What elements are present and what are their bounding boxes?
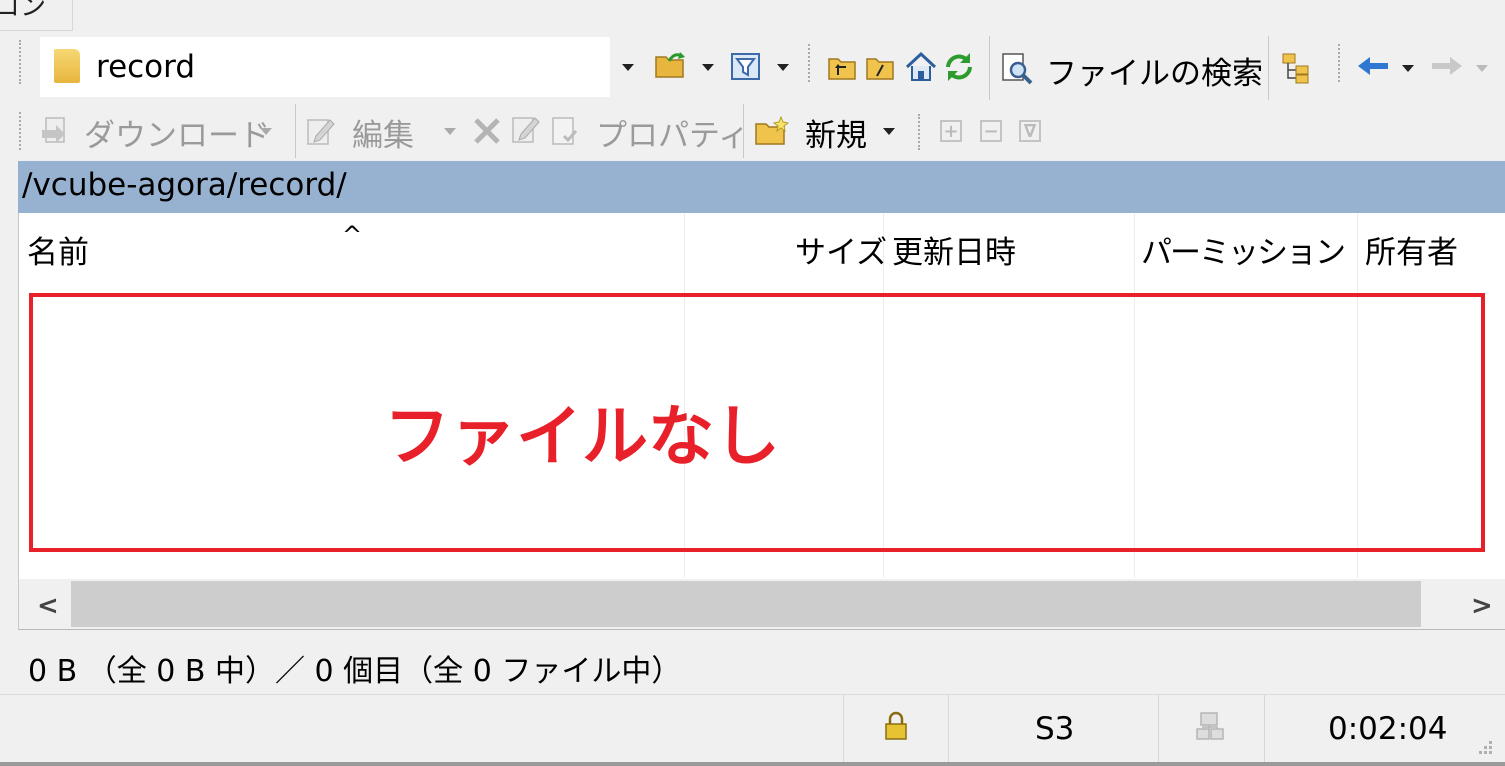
column-header-owner[interactable]: 所有者 [1365,227,1458,272]
scrollbar-thumb[interactable] [71,581,1421,627]
filter-icon [731,53,760,80]
sort-ascending-icon: ^ [342,221,363,249]
delete-x-icon [474,118,500,144]
forward-dropdown-icon[interactable] [1476,65,1488,72]
path-combo[interactable]: record [40,37,610,97]
plus-icon: + [943,121,959,142]
find-files-button[interactable]: ファイルの検索 [1001,46,1263,92]
path-combo-value: record [96,49,196,85]
new-button[interactable]: 新規 [755,108,903,154]
toolbar-grip[interactable] [19,112,27,150]
invert-selection-button[interactable]: ∇ [1019,120,1041,142]
forward-button[interactable] [1430,56,1464,80]
file-list[interactable]: 名前 ^ サイズ 更新日時 パーミッション 所有者 ファイルなし < > [18,213,1505,630]
find-files-icon [1002,53,1033,85]
toolbar-grip[interactable] [1338,44,1346,82]
folder-icon [54,49,80,83]
elapsed-time: 0:02:04 [1328,711,1448,747]
back-dropdown-icon[interactable] [1402,65,1414,72]
download-button[interactable]: ダウンロード [40,108,280,154]
download-label: ダウンロード [84,118,270,154]
scroll-right-icon[interactable]: > [1471,591,1493,621]
open-directory-button[interactable] [655,51,685,79]
refresh-icon [946,53,972,81]
status-pane-elapsed: 0:02:04 [1264,695,1505,763]
toolbar-grip[interactable] [19,40,27,84]
filter-dropdown-icon[interactable] [777,64,789,71]
delete-button[interactable] [472,116,502,150]
status-pane-protocol: S3 [948,695,1158,763]
open-directory-dropdown-icon[interactable] [702,64,714,71]
toolbar-separator [743,104,744,158]
new-folder-icon [755,116,789,145]
toolbar-separator [1268,36,1269,100]
column-header-modified[interactable]: 更新日時 [892,227,1016,272]
parent-folder-icon [828,58,856,80]
tree-toggle-button[interactable] [1281,52,1313,88]
find-files-label: ファイルの検索 [1046,56,1263,92]
toolbar-grip[interactable] [808,44,816,82]
rename-icon [512,117,540,143]
download-dropdown-icon[interactable] [260,128,272,135]
protocol-label: S3 [1035,711,1075,747]
horizontal-scrollbar[interactable]: < > [19,579,1505,629]
back-button[interactable] [1356,56,1390,80]
column-header-name[interactable]: 名前 [27,227,89,272]
refresh-button[interactable] [943,51,975,87]
parent-directory-button[interactable] [828,55,856,85]
toolbar-separator [295,104,296,158]
empty-annotation-box: ファイルなし [29,293,1485,552]
properties-button[interactable]: プロパティ [550,108,749,154]
filter-button[interactable] [731,53,761,81]
root-folder-icon [866,58,894,80]
status-pane-network[interactable] [1158,695,1264,763]
network-icon [1196,712,1224,740]
status-bar: S3 0:02:04 [0,694,1505,763]
home-icon [905,51,937,81]
status-pane-lock[interactable] [843,695,948,763]
column-header-size[interactable]: サイズ [795,227,887,272]
no-files-annotation: ファイルなし [384,398,780,475]
new-label: 新規 [805,118,867,154]
invert-icon: ∇ [1023,121,1037,142]
path-bar[interactable]: /vcube-agora/record/ [18,161,1505,213]
lock-icon [885,711,907,740]
select-add-button[interactable]: + [940,120,962,142]
new-dropdown-icon[interactable] [883,128,895,135]
properties-icon [552,117,578,145]
window-bottom-border [0,762,1505,766]
current-path: /vcube-agora/record/ [22,167,347,203]
top-tab-fragment-text: コン [0,0,47,22]
resize-grip-icon[interactable] [1473,739,1495,759]
download-icon [42,117,65,143]
top-tab-fragment: コン [0,0,73,31]
select-remove-button[interactable]: − [980,120,1002,142]
tree-icon [1282,53,1309,84]
path-combo-dropdown-icon[interactable] [622,64,634,71]
edit-label: 編集 [352,118,414,154]
open-folder-icon [655,52,685,78]
edit-icon [307,119,335,145]
forward-arrow-icon [1432,57,1462,75]
root-directory-button[interactable] [866,55,894,85]
column-header-permissions[interactable]: パーミッション [1141,227,1346,272]
selection-status: 0 B （全 0 B 中）／ 0 個目（全 0 ファイル中） [28,654,682,689]
edit-button[interactable]: 編集 [306,108,456,154]
scroll-left-icon[interactable]: < [37,591,59,621]
toolbar-grip[interactable] [918,114,926,150]
home-directory-button[interactable] [905,51,937,86]
toolbar-separator [989,36,990,100]
back-arrow-icon [1358,57,1388,75]
rename-button[interactable] [511,114,543,150]
edit-dropdown-icon[interactable] [444,128,456,135]
minus-icon: − [983,121,999,142]
properties-label: プロパティ [596,118,750,154]
